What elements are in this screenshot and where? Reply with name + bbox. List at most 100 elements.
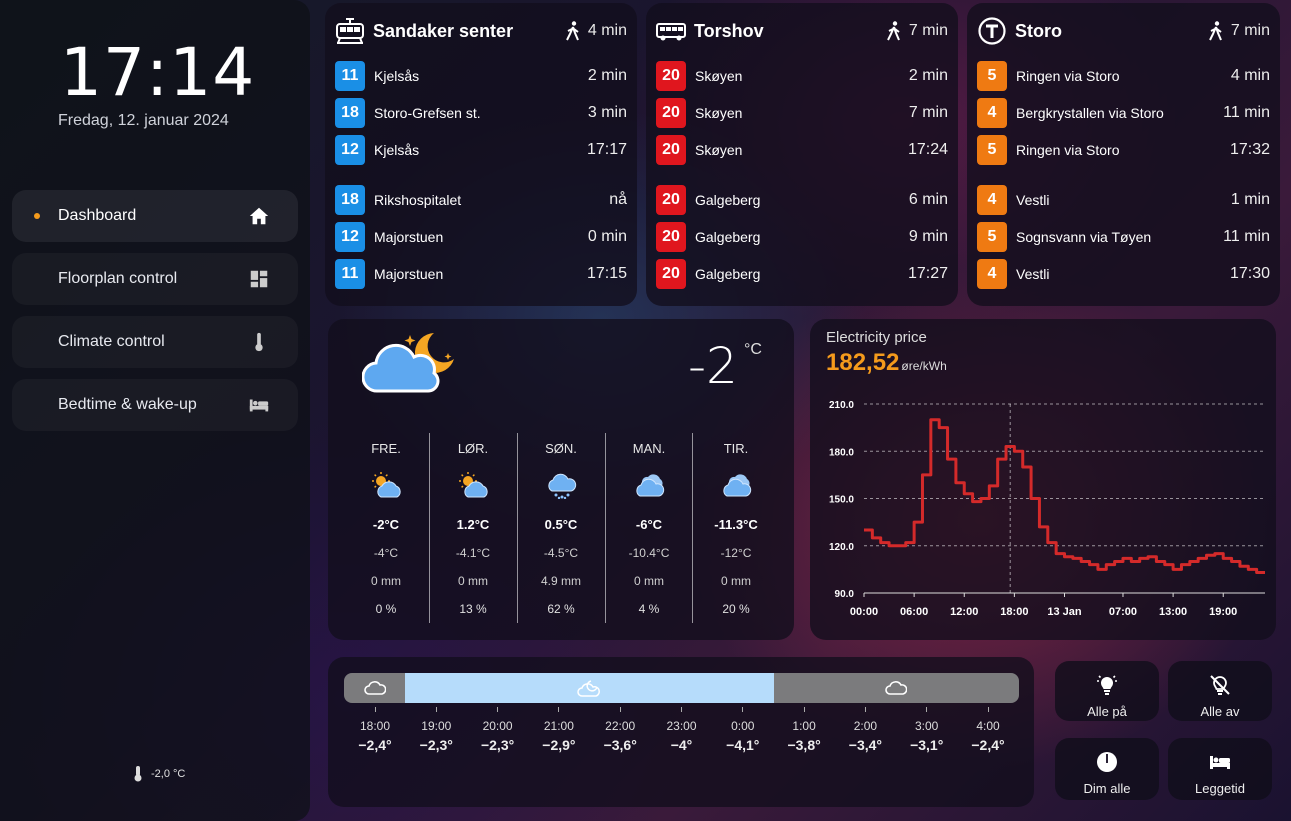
departure-row: 4 Bergkrystallen via Storo 11 min (977, 98, 1270, 128)
bus-icon (656, 23, 686, 41)
nav-dashboard[interactable]: Dashboard (12, 190, 298, 242)
electricity-price-chart: 210.0 180.0 150.0 120.0 90.0 00:00 06:00 12:00 1… (829, 400, 1265, 618)
departure-time: 17:32 (1229, 141, 1270, 158)
condition-segment (773, 673, 1019, 703)
nav-bedtime[interactable]: Bedtime & wake-up (12, 379, 298, 431)
hour-label: 4:00 (976, 719, 1000, 733)
nav-floorplan[interactable]: Floorplan control (12, 253, 298, 305)
button-label: Dim alle (1083, 781, 1131, 796)
line-badge: 5 (977, 222, 1007, 252)
line-badge: 12 (335, 135, 365, 165)
cloudy-icon (723, 474, 752, 497)
hour-label: 3:00 (915, 719, 939, 733)
walking-icon (565, 21, 579, 41)
transit-card-sandaker: Sandaker senter 4 min 11 Kjelsås 2 min 18 S… (325, 3, 637, 306)
temperature-unit: °C (744, 341, 762, 358)
forecast-day: FRE. -2°C -4°C 0 mm 0 % (342, 433, 430, 623)
departure-row: 4 Vestli 1 min (977, 185, 1270, 215)
condition-segment (344, 673, 406, 703)
forecast-high: -11.3°C (714, 517, 758, 532)
electricity-card[interactable]: Electricity price 182,52 øre/kWh 210.0 18… (810, 319, 1276, 640)
dim-all-button[interactable]: Dim alle (1055, 738, 1159, 800)
lights-on-button[interactable]: Alle på (1055, 661, 1159, 721)
nav-climate[interactable]: Climate control (12, 316, 298, 368)
walk-minutes: 4 min (587, 22, 627, 39)
hourly-item: 2:00 −3,4° (835, 707, 895, 753)
destination: Kjelsås (374, 68, 420, 84)
hourly-forecast-card: 18:00 −2,4° 19:00 −2,3° 20:00 −2,3° 21:00 −2,9°… (328, 657, 1034, 807)
destination: Storo-Grefsen st. (374, 105, 481, 121)
departure-row: 12 Kjelsås 17:17 (335, 135, 627, 165)
stop-name: Storo (1015, 20, 1062, 41)
walk-time: 7 min (1208, 21, 1270, 41)
x-tick-label: 19:00 (1209, 606, 1237, 618)
departure-time: 6 min (908, 191, 948, 208)
departure-row: 11 Kjelsås 2 min (335, 61, 627, 91)
hour-temp: −3,8° (787, 737, 821, 753)
destination: Galgeberg (695, 266, 761, 282)
departure-row: 18 Storo-Grefsen st. 3 min (335, 98, 627, 128)
destination: Skøyen (695, 142, 743, 158)
indoor-temp: -2,0 °C (133, 766, 185, 782)
departure-time: 4 min (1230, 67, 1270, 84)
hour-temp: −2,3° (419, 737, 453, 753)
metro-icon (978, 17, 1006, 45)
thermometer-icon (255, 332, 263, 352)
line-badge: 20 (656, 259, 686, 289)
x-tick-label: 13:00 (1159, 606, 1187, 618)
button-label: Alle på (1087, 704, 1127, 719)
forecast-high: -2°C (372, 517, 400, 532)
dim-icon (1097, 752, 1117, 772)
price-series-line (864, 418, 1265, 575)
hour-temp: −4° (670, 737, 693, 753)
departure-row: 12 Majorstuen 0 min (335, 222, 627, 252)
partly-sunny-icon (459, 472, 488, 498)
departure-row: 18 Rikshospitalet nå (335, 185, 627, 215)
hourly-item: 20:00 −2,3° (468, 707, 528, 753)
departure-time: 1 min (1230, 191, 1270, 208)
departure-time: 11 min (1223, 104, 1270, 121)
forecast-precip: 4.9 mm (540, 574, 581, 588)
hour-label: 18:00 (359, 719, 391, 733)
forecast-chance: 0 % (375, 602, 397, 616)
y-tick-label: 150.0 (829, 495, 854, 506)
lights-off-button[interactable]: Alle av (1168, 661, 1272, 721)
walk-time: 7 min (886, 21, 948, 41)
forecast-chance: 62 % (547, 602, 575, 616)
weather-card[interactable]: -2 °C FRE. -2°C -4°C 0 mm 0 % LØR. 1.2°C… (328, 319, 794, 640)
nav-label: Climate control (58, 333, 165, 350)
forecast-day-label: LØR. (457, 441, 489, 456)
tick (864, 707, 866, 712)
line-badge: 5 (977, 61, 1007, 91)
departure-row: 11 Majorstuen 17:15 (335, 259, 627, 289)
hourly-item: 1:00 −3,8° (774, 707, 834, 753)
forecast-day-label: SØN. (545, 441, 577, 456)
bedtime-button[interactable]: Leggetid (1168, 738, 1272, 800)
forecast-high: 0.5°C (544, 517, 578, 532)
forecast-chance: 20 % (722, 602, 750, 616)
destination: Vestli (1016, 192, 1050, 208)
destination: Skøyen (695, 105, 743, 121)
forecast-chance: 4 % (638, 602, 660, 616)
nav-label: Bedtime & wake-up (58, 396, 197, 413)
line-badge: 11 (335, 61, 365, 91)
departure-time: 2 min (908, 67, 948, 84)
forecast-precip: 0 mm (634, 574, 664, 588)
line-badge: 18 (335, 185, 365, 215)
forecast-day: MAN. -6°C -10.4°C 0 mm 4 % (605, 433, 693, 623)
tick (497, 707, 499, 712)
stop-name: Sandaker senter (373, 20, 514, 41)
forecast-day-label: FRE. (371, 441, 401, 456)
departure-time: nå (609, 191, 627, 208)
hourly-item: 4:00 −2,4° (958, 707, 1018, 753)
hour-temp: −2,4° (971, 737, 1005, 753)
hourly-item: 23:00 −4° (652, 707, 712, 753)
button-label: Alle av (1200, 704, 1240, 719)
hour-temp: −4,1° (726, 737, 760, 753)
forecast-day-label: MAN. (632, 441, 666, 456)
hour-label: 23:00 (666, 719, 697, 733)
departure-row: 5 Ringen via Storo 17:32 (977, 135, 1270, 165)
departure-time: 2 min (587, 67, 627, 84)
tick (619, 707, 621, 712)
forecast-precip: 0 mm (458, 574, 488, 588)
